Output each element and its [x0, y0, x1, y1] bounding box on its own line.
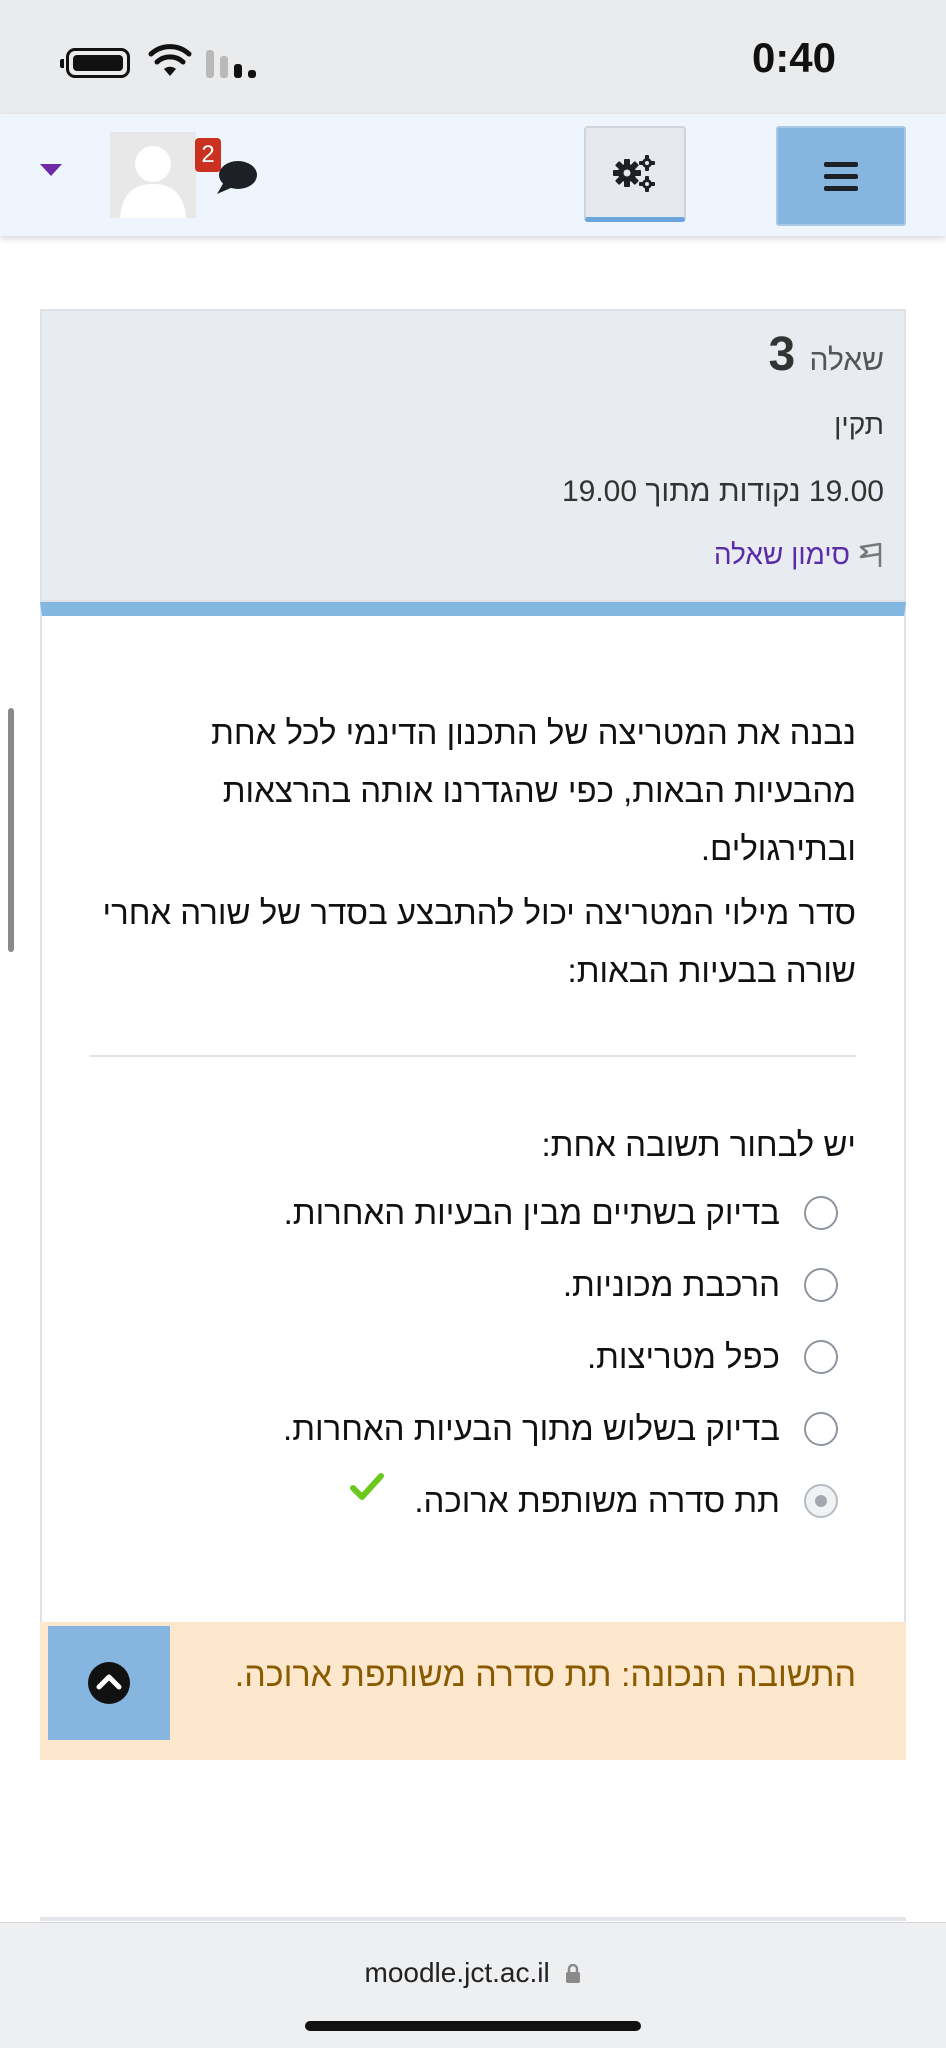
battery-icon	[60, 48, 130, 78]
answer-option-label: בדיוק בשלוש מתוך הבעיות האחרות.	[283, 1410, 780, 1447]
answer-option[interactable]: הרכבת מכוניות.	[563, 1266, 838, 1304]
url-display[interactable]: moodle.jct.ac.il	[0, 1957, 946, 1989]
settings-button[interactable]	[584, 126, 686, 222]
flag-icon	[859, 542, 882, 567]
flag-question-label: סימון שאלה	[713, 539, 850, 570]
answer-option[interactable]: כפל מטריצות.	[587, 1338, 838, 1376]
radio-button[interactable]	[804, 1412, 838, 1446]
radio-button[interactable]	[804, 1196, 838, 1230]
home-indicator[interactable]	[305, 2021, 641, 2031]
collapse-feedback-button[interactable]	[48, 1626, 170, 1740]
answer-option-label: תת סדרה משותפת ארוכה.	[414, 1482, 780, 1519]
radio-button[interactable]	[804, 1340, 838, 1374]
right-answer-feedback: התשובה הנכונה: תת סדרה משותפת ארוכה.	[40, 1622, 906, 1760]
answer-option-label: בדיוק בשתיים מבין הבעיות האחרות.	[283, 1194, 780, 1231]
status-bar: 0:40	[0, 0, 946, 114]
radio-button-selected[interactable]	[804, 1484, 838, 1518]
chat-bubble-icon[interactable]	[214, 158, 260, 196]
browser-address-bar: moodle.jct.ac.il	[0, 1922, 946, 2048]
gears-icon	[613, 154, 655, 192]
lock-icon	[566, 1963, 581, 1983]
scrollbar-thumb[interactable]	[8, 708, 14, 952]
question-text-paragraph-2: סדר מילוי המטריצה יכול להתבצע בסדר של שו…	[102, 894, 857, 989]
avatar[interactable]	[110, 132, 196, 218]
correct-check-icon	[350, 1473, 385, 1500]
question-info: שאלה 3 תקין 19.00 נקודות מתוך 19.00 סימו…	[40, 309, 906, 602]
answer-option[interactable]: בדיוק בשתיים מבין הבעיות האחרות.	[284, 1194, 838, 1232]
radio-button[interactable]	[804, 1268, 838, 1302]
flag-question-link[interactable]: סימון שאלה	[714, 539, 884, 571]
question-text-paragraph-1: נבנה את המטריצה של התכנון הדינמי לכל אחת…	[211, 714, 856, 867]
answer-option-label: כפל מטריצות.	[586, 1338, 780, 1375]
chevron-up-circle-icon	[88, 1662, 130, 1704]
answer-option-selected[interactable]: תת סדרה משותפת ארוכה.	[350, 1473, 838, 1520]
next-question-edge	[40, 1917, 906, 1921]
question-number: שאלה 3	[768, 328, 885, 381]
answer-option-label: הרכבת מכוניות.	[562, 1266, 780, 1303]
wifi-icon	[148, 44, 192, 76]
cellular-signal-icon	[206, 48, 258, 78]
url-text: moodle.jct.ac.il	[364, 1957, 550, 1988]
divider	[90, 1055, 856, 1057]
answer-prompt: יש לבחור תשובה אחת:	[541, 1126, 856, 1163]
question-grade: 19.00 נקודות מתוך 19.00	[561, 475, 884, 508]
user-menu-caret-icon[interactable]	[40, 164, 62, 176]
question-content: נבנה את המטריצה של התכנון הדינמי לכל אחת…	[40, 602, 906, 1760]
top-navbar: 2	[0, 114, 946, 236]
status-time: 0:40	[751, 34, 836, 81]
question-state: תקין	[834, 409, 884, 440]
default-user-icon	[110, 132, 196, 218]
right-answer-text: התשובה הנכונה: תת סדרה משותפת ארוכה.	[234, 1656, 856, 1694]
menu-toggle-button[interactable]	[776, 126, 906, 226]
answer-option[interactable]: בדיוק בשלוש מתוך הבעיות האחרות.	[283, 1410, 838, 1448]
